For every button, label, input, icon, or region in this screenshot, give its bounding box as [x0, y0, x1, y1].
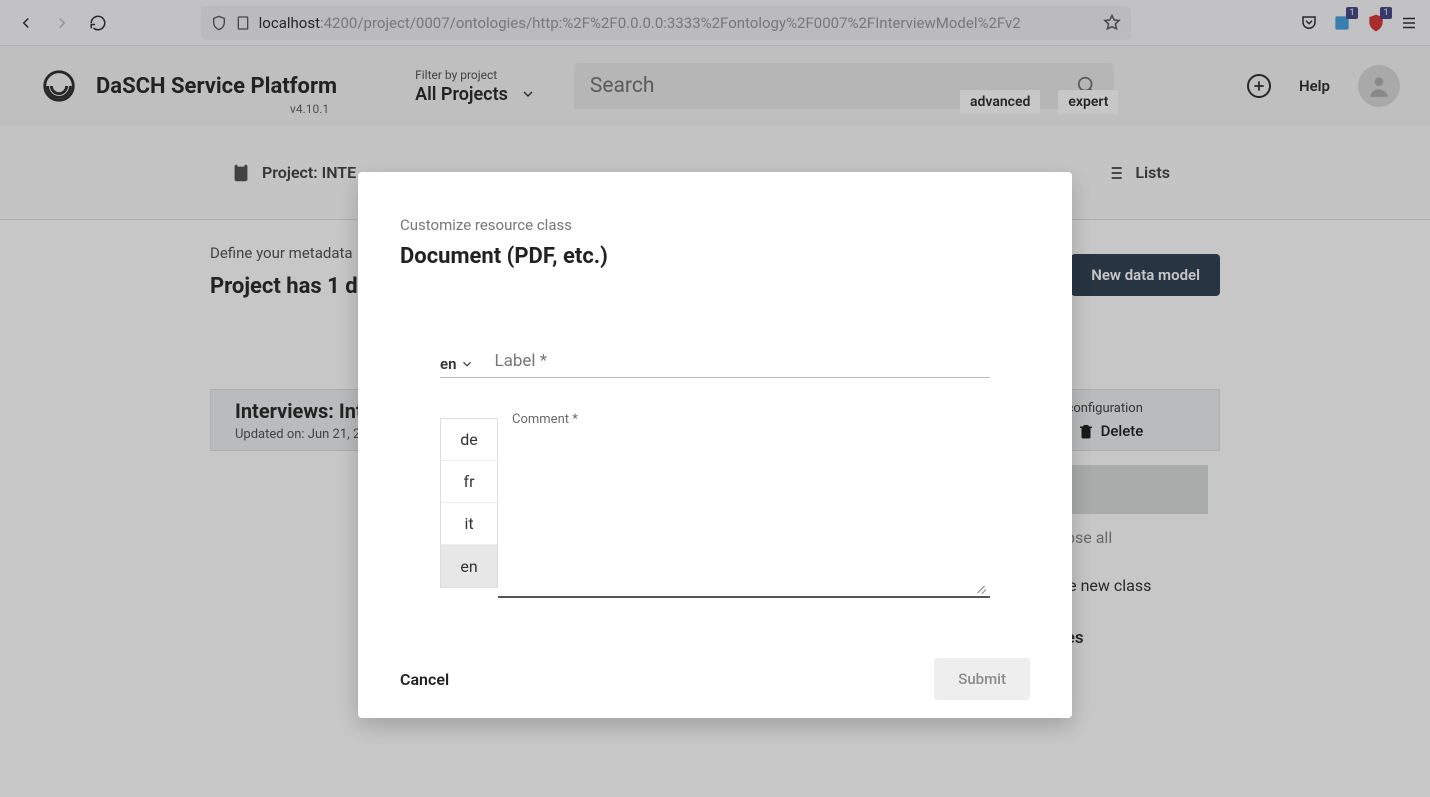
submit-button[interactable]: Submit — [934, 658, 1030, 700]
lang-option-de[interactable]: de — [441, 419, 497, 461]
comment-lang-list: defriten — [440, 418, 498, 588]
lang-option-it[interactable]: it — [441, 503, 497, 545]
modal-actions: Cancel Submit — [400, 598, 1030, 718]
comment-placeholder: Comment * — [512, 412, 578, 427]
lang-option-en[interactable]: en — [441, 545, 497, 587]
comment-field-row: defriten Comment * — [440, 418, 990, 598]
modal-title: Document (PDF, etc.) — [400, 244, 1030, 269]
label-field-row: en Label * — [440, 349, 990, 378]
lang-option-fr[interactable]: fr — [441, 461, 497, 503]
label-input[interactable]: Label * — [494, 349, 990, 371]
label-lang-select[interactable]: en — [440, 349, 474, 373]
comment-textarea[interactable]: Comment * — [498, 418, 990, 598]
cancel-button[interactable]: Cancel — [400, 670, 449, 689]
chevron-down-icon — [460, 357, 474, 371]
modal-caption: Customize resource class — [400, 216, 1030, 234]
resource-class-modal: Customize resource class Document (PDF, … — [358, 172, 1072, 718]
modal-overlay[interactable]: Customize resource class Document (PDF, … — [0, 0, 1430, 797]
resize-handle[interactable] — [974, 580, 986, 592]
